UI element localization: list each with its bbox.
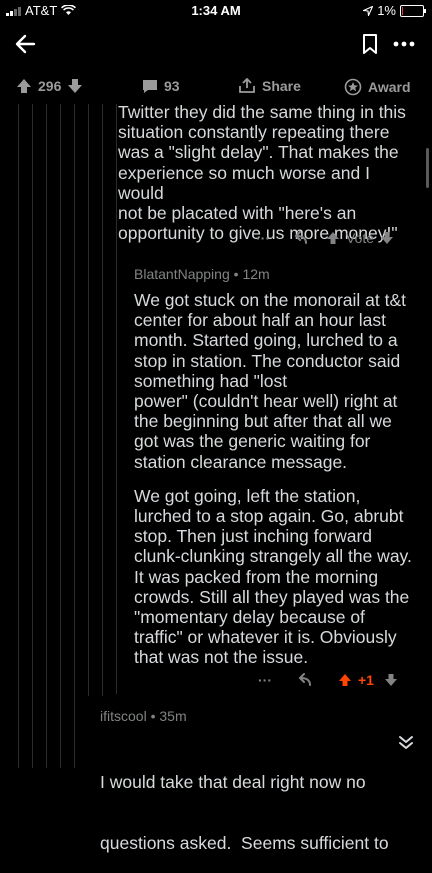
comments-count: 93: [164, 78, 180, 94]
vote-label: Vote: [346, 230, 375, 246]
comment-line: clunk-clunking strangely all the way.: [134, 546, 412, 567]
comment-line: traffic" or whatever it is. Obviously: [134, 627, 397, 648]
battery-percent: 1%: [377, 3, 396, 18]
comments-button[interactable]: 93: [142, 78, 180, 94]
comment-line: It was packed from the morning: [134, 566, 379, 587]
award-label: Award: [368, 79, 411, 95]
comment-line: center for about half an hour last: [134, 310, 386, 331]
comment-body: We got stuck on the monorail at t&t cent…: [134, 290, 424, 668]
comment-line: the beginning but after that all we: [134, 411, 392, 432]
comment-line: got was the generic waiting for: [134, 431, 371, 452]
comment-score: +1: [358, 672, 374, 688]
share-button[interactable]: Share: [238, 78, 301, 94]
reply-icon[interactable]: [292, 231, 308, 245]
status-right: 1%: [363, 3, 426, 18]
comment-line: stop in station. The conductor said: [134, 350, 401, 371]
comment-line: questions asked. Seems sufficient to: [100, 833, 389, 854]
location-arrow-icon: [363, 5, 374, 16]
scrollbar[interactable]: [426, 148, 429, 188]
upvote-icon[interactable]: [326, 231, 340, 245]
comment-line: experience so much worse and I would: [118, 162, 370, 203]
more-options-icon[interactable]: ···: [256, 230, 270, 246]
post-action-bar: 296 93 Share Award: [0, 72, 432, 102]
award-button[interactable]: Award: [344, 78, 411, 96]
comment-author[interactable]: BlatantNapping: [134, 266, 230, 282]
downvote-icon[interactable]: [67, 78, 83, 94]
upvote-icon-active[interactable]: [338, 673, 352, 687]
comment-body: Twitter they did the same thing in this …: [118, 102, 418, 243]
comment-line: crowds. Still all they played was the: [134, 586, 410, 607]
comment-age: 12m: [242, 266, 270, 282]
comment-author[interactable]: ifitscool: [100, 708, 147, 724]
back-arrow-icon[interactable]: [12, 30, 40, 58]
downvote-icon[interactable]: [380, 231, 394, 245]
comment-line: stop. Then just inching forward: [134, 526, 373, 547]
comment-line: lurched to a stop again. Go, abrubt: [134, 506, 404, 527]
comment-line: not be placated with "here's an: [118, 203, 357, 224]
comment-line: was a "slight delay". That makes the: [118, 142, 399, 163]
comment-line: We got going, left the station,: [134, 485, 361, 506]
comment-bubble-icon: [143, 80, 157, 93]
award-icon: [344, 78, 362, 96]
comment-line: I would take that deal right now no: [100, 772, 366, 793]
comment-toolbar: ··· Vote: [256, 230, 394, 246]
collapse-chevron-icon[interactable]: [398, 734, 414, 750]
comment-line: situation constantly repeating there: [118, 122, 390, 143]
post-score: 296: [38, 78, 62, 94]
comment-line: month. Started going, lurched to a: [134, 330, 398, 351]
comment-line: "momentary delay because of: [134, 607, 365, 628]
comment-line: Twitter they did the same thing in this: [118, 102, 406, 122]
comment-age: 35m: [159, 708, 187, 724]
comment-meta: BlatantNapping • 12m: [134, 266, 270, 282]
reply-icon[interactable]: [296, 673, 312, 687]
status-bar: AT&T 1:34 AM 1%: [0, 0, 432, 22]
more-options-icon[interactable]: [392, 34, 416, 54]
share-icon: [239, 78, 255, 93]
top-bar: [0, 22, 432, 66]
share-label: Share: [262, 78, 301, 94]
bookmark-icon[interactable]: [360, 32, 380, 56]
comment-line: power" (couldn't hear well) right at: [134, 391, 398, 412]
comment-body: I would take that deal right now no ques…: [100, 732, 400, 873]
comment-line: that was not the issue.: [134, 647, 309, 668]
comment-line: station clearance message.: [134, 451, 348, 472]
post-vote-group: 296: [16, 78, 83, 94]
more-options-icon[interactable]: ···: [258, 672, 272, 688]
battery-icon: [400, 4, 426, 17]
downvote-icon[interactable]: [384, 673, 398, 687]
upvote-icon[interactable]: [16, 78, 32, 94]
comment-toolbar: ··· +1: [258, 672, 398, 688]
comment-line: something had "lost: [134, 370, 288, 391]
comment-line: We got stuck on the monorail at t&t: [134, 290, 407, 310]
comment-meta: ifitscool • 35m: [100, 708, 187, 724]
